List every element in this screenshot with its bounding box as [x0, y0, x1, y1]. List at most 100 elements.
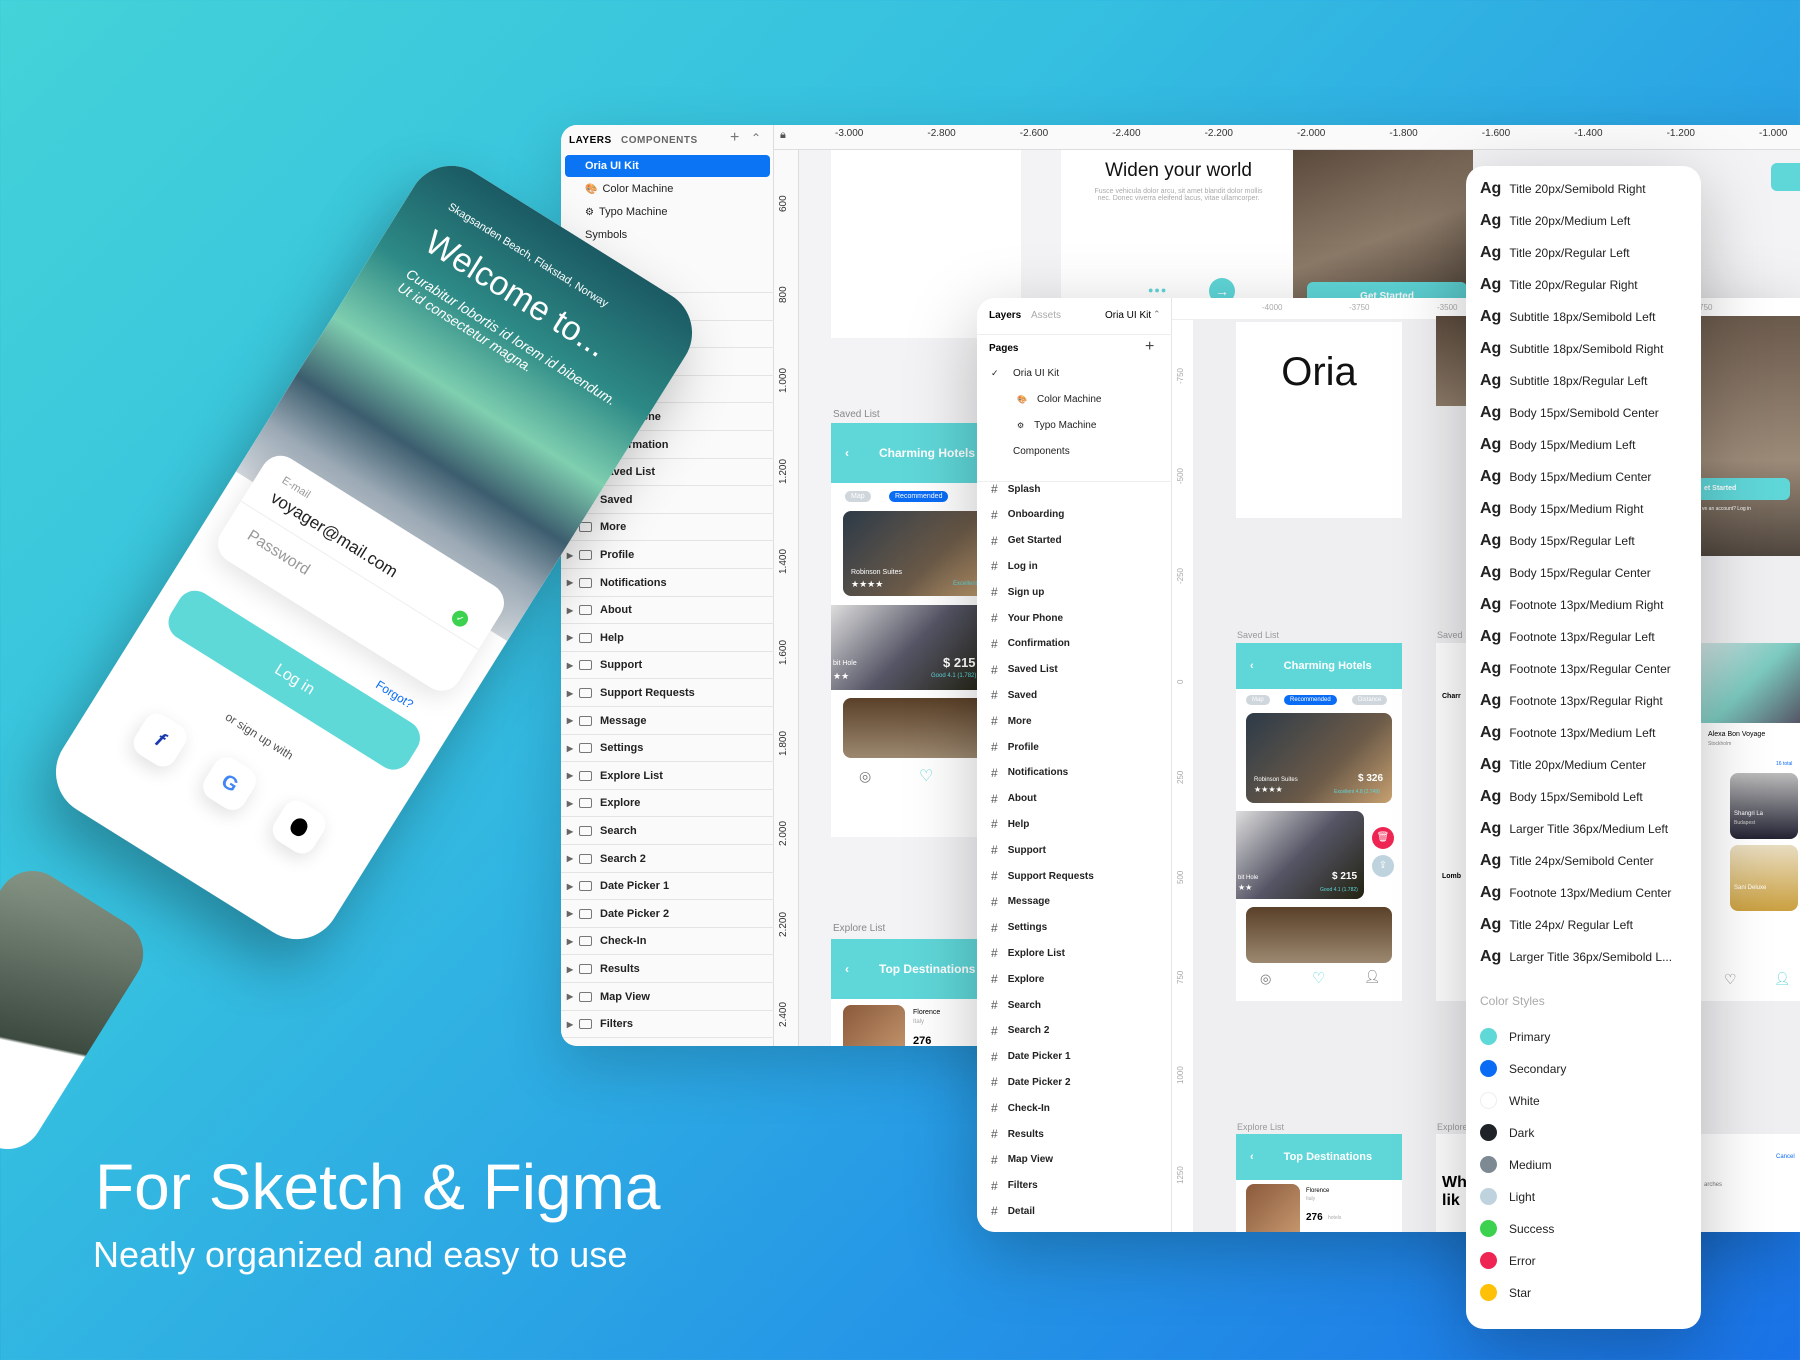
chip-distance[interactable]: Distance	[1352, 695, 1388, 705]
layer-artboard-item[interactable]: ▶More	[561, 514, 774, 542]
frame-item[interactable]: # Help	[991, 817, 1029, 831]
expand-triangle-icon[interactable]: ▶	[561, 689, 579, 698]
layer-artboard-item[interactable]: ▶ Filters	[561, 1011, 774, 1039]
chip-recommended[interactable]: Recommended	[1284, 695, 1337, 705]
text-style-item[interactable]: Ag Footnote 13px/Medium Center	[1480, 884, 1671, 902]
artboard-explore[interactable]: Alexa Bon Voyage Stockholm 16 total Shan…	[1700, 643, 1800, 1001]
hotel-photo[interactable]: bit Hole ★★ $ 215 Good 4.1 (1.782)	[831, 605, 991, 690]
frame-item[interactable]: # Onboarding	[991, 508, 1064, 522]
expand-triangle-icon[interactable]: ▶	[561, 606, 579, 615]
file-name-dropdown[interactable]: Oria UI Kit	[1105, 310, 1151, 321]
color-style-item[interactable]: Light	[1480, 1188, 1535, 1205]
google-button[interactable]: G	[197, 751, 262, 816]
artboard-splash[interactable]: Oria	[1236, 322, 1402, 518]
expand-triangle-icon[interactable]: ▶	[561, 854, 579, 863]
text-style-item[interactable]: Ag Title 20px/Medium Left	[1480, 212, 1630, 230]
profile-icon[interactable]: 👤︎	[1774, 971, 1791, 987]
layer-page-item[interactable]: 🎨 Color Machine	[565, 178, 770, 200]
layer-artboard-item[interactable]: ▶ Check-In	[561, 928, 774, 956]
layer-artboard-item[interactable]: ▶ Explore	[561, 790, 774, 818]
frame-item[interactable]: # Detail	[991, 1204, 1035, 1218]
text-style-item[interactable]: Ag Body 15px/Semibold Left	[1480, 788, 1643, 806]
artboard-search[interactable]: Cancel arches	[1700, 1134, 1800, 1232]
heart-icon[interactable]: ♡	[919, 766, 933, 786]
text-style-item[interactable]: Ag Body 15px/Medium Center	[1480, 468, 1651, 486]
cancel-button[interactable]: Cancel	[1776, 1154, 1795, 1160]
layer-page-item[interactable]: ⚙ Typo Machine	[565, 201, 770, 223]
layer-artboard-item[interactable]: ▶ Notifications	[561, 570, 774, 597]
artboard-saved-list[interactable]: ‹ Charming Hotels Map Recommended Distanc…	[1236, 643, 1402, 1001]
text-style-item[interactable]: Ag Subtitle 18px/Semibold Left	[1480, 308, 1655, 326]
hotel-photo[interactable]	[843, 698, 991, 758]
compass-icon[interactable]: ◎	[1260, 971, 1271, 987]
color-style-item[interactable]: Medium	[1480, 1156, 1552, 1173]
layer-artboard-item[interactable]: ▶ Settings	[561, 735, 774, 763]
page-item[interactable]: 🎨 Color Machine	[991, 394, 1101, 405]
expand-triangle-icon[interactable]: ▶	[561, 661, 579, 670]
share-button[interactable]: ⇪	[1372, 855, 1394, 877]
text-style-item[interactable]: Ag Title 20px/Medium Center	[1480, 756, 1646, 774]
destination-photo[interactable]	[1246, 1184, 1300, 1232]
back-icon[interactable]: ‹	[1250, 660, 1254, 672]
frame-item[interactable]: # Sign up	[991, 585, 1044, 599]
page-item[interactable]: Components	[991, 446, 1070, 457]
layer-artboard-item[interactable]: ▶ Results	[561, 956, 774, 983]
add-page-icon[interactable]: +	[1145, 338, 1154, 356]
frame-item[interactable]: # Support	[991, 843, 1046, 857]
layer-artboard-item[interactable]: ▶ Message	[561, 708, 774, 735]
profile-icon[interactable]: 👤︎	[1364, 969, 1381, 985]
hotel-photo[interactable]: Shangri La Budapest	[1730, 773, 1798, 839]
frame-item[interactable]: # Support Requests	[991, 869, 1094, 883]
text-style-item[interactable]: Ag Title 24px/ Regular Left	[1480, 916, 1633, 934]
heart-icon[interactable]: ♡	[1312, 969, 1325, 987]
page-item[interactable]: ⚙ Typo Machine	[991, 420, 1096, 431]
frame-item[interactable]: # Settings	[991, 921, 1047, 935]
frame-item[interactable]: # Map View	[991, 1153, 1053, 1167]
layer-page-item[interactable]: Symbols	[565, 224, 770, 246]
text-style-item[interactable]: Ag Footnote 13px/Regular Center	[1480, 660, 1671, 678]
frame-item[interactable]: # Saved	[991, 688, 1037, 702]
artboard-get-started[interactable]: et Started ve an account? Log in	[1700, 316, 1800, 556]
compass-icon[interactable]: ◎	[859, 768, 871, 785]
add-icon[interactable]: +	[730, 129, 739, 147]
layer-artboard-item[interactable]: ▶ Search	[561, 818, 774, 845]
chevron-up-icon[interactable]: ⌃	[1153, 309, 1161, 320]
page-item[interactable]: ✓ Oria UI Kit	[991, 368, 1059, 379]
color-style-item[interactable]: Success	[1480, 1220, 1554, 1237]
layer-artboard-item[interactable]: ▶ Profile	[561, 542, 774, 569]
color-style-item[interactable]: Secondary	[1480, 1060, 1566, 1077]
frame-item[interactable]: # More	[991, 714, 1032, 728]
frame-item[interactable]: # About	[991, 792, 1037, 806]
layer-page-item[interactable]: Oria UI Kit	[565, 155, 770, 177]
frame-item[interactable]: # Message	[991, 895, 1050, 909]
text-style-item[interactable]: Ag Body 15px/Medium Left	[1480, 436, 1635, 454]
expand-triangle-icon[interactable]: ▶	[561, 965, 579, 974]
expand-triangle-icon[interactable]: ▶	[561, 744, 579, 753]
text-style-item[interactable]: Ag Footnote 13px/Medium Left	[1480, 724, 1655, 742]
text-style-item[interactable]: Ag Footnote 13px/Regular Right	[1480, 692, 1663, 710]
text-style-item[interactable]: Ag Footnote 13px/Medium Right	[1480, 596, 1663, 614]
frame-item[interactable]: # Notifications	[991, 766, 1068, 780]
frame-item[interactable]: # Check-In	[991, 1101, 1050, 1115]
tab-assets[interactable]: Assets	[1031, 310, 1061, 321]
text-style-item[interactable]: Ag Body 15px/Regular Left	[1480, 532, 1635, 550]
frame-item[interactable]: # Splash	[991, 482, 1040, 496]
text-style-item[interactable]: Ag Body 15px/Medium Right	[1480, 500, 1643, 518]
get-started-button[interactable]: et Started	[1700, 478, 1790, 500]
lock-icon[interactable]: 🔒︎	[780, 129, 786, 142]
artboard-explore-list[interactable]: ‹ Top Destinations Florence Italy 276 hot…	[1236, 1134, 1402, 1232]
expand-triangle-icon[interactable]: ▶	[561, 799, 579, 808]
color-style-item[interactable]: Dark	[1480, 1124, 1534, 1141]
layer-artboard-item[interactable]: ▶ Support Requests	[561, 680, 774, 707]
color-style-item[interactable]: Error	[1480, 1252, 1536, 1269]
frame-item[interactable]: # Results	[991, 1127, 1044, 1141]
layer-artboard-item[interactable]: ▶ Help	[561, 625, 774, 652]
frame-item[interactable]: # Profile	[991, 740, 1039, 754]
layer-artboard-item[interactable]: ▶ Explore List	[561, 763, 774, 790]
hotel-photo[interactable]	[1246, 907, 1392, 963]
frame-item[interactable]: # Search	[991, 998, 1041, 1012]
heart-icon[interactable]: ♡	[1724, 971, 1737, 988]
password-input[interactable]: Password	[244, 527, 313, 579]
frame-item[interactable]: # Explore	[991, 972, 1044, 986]
frame-item[interactable]: # Saved List	[991, 663, 1058, 677]
